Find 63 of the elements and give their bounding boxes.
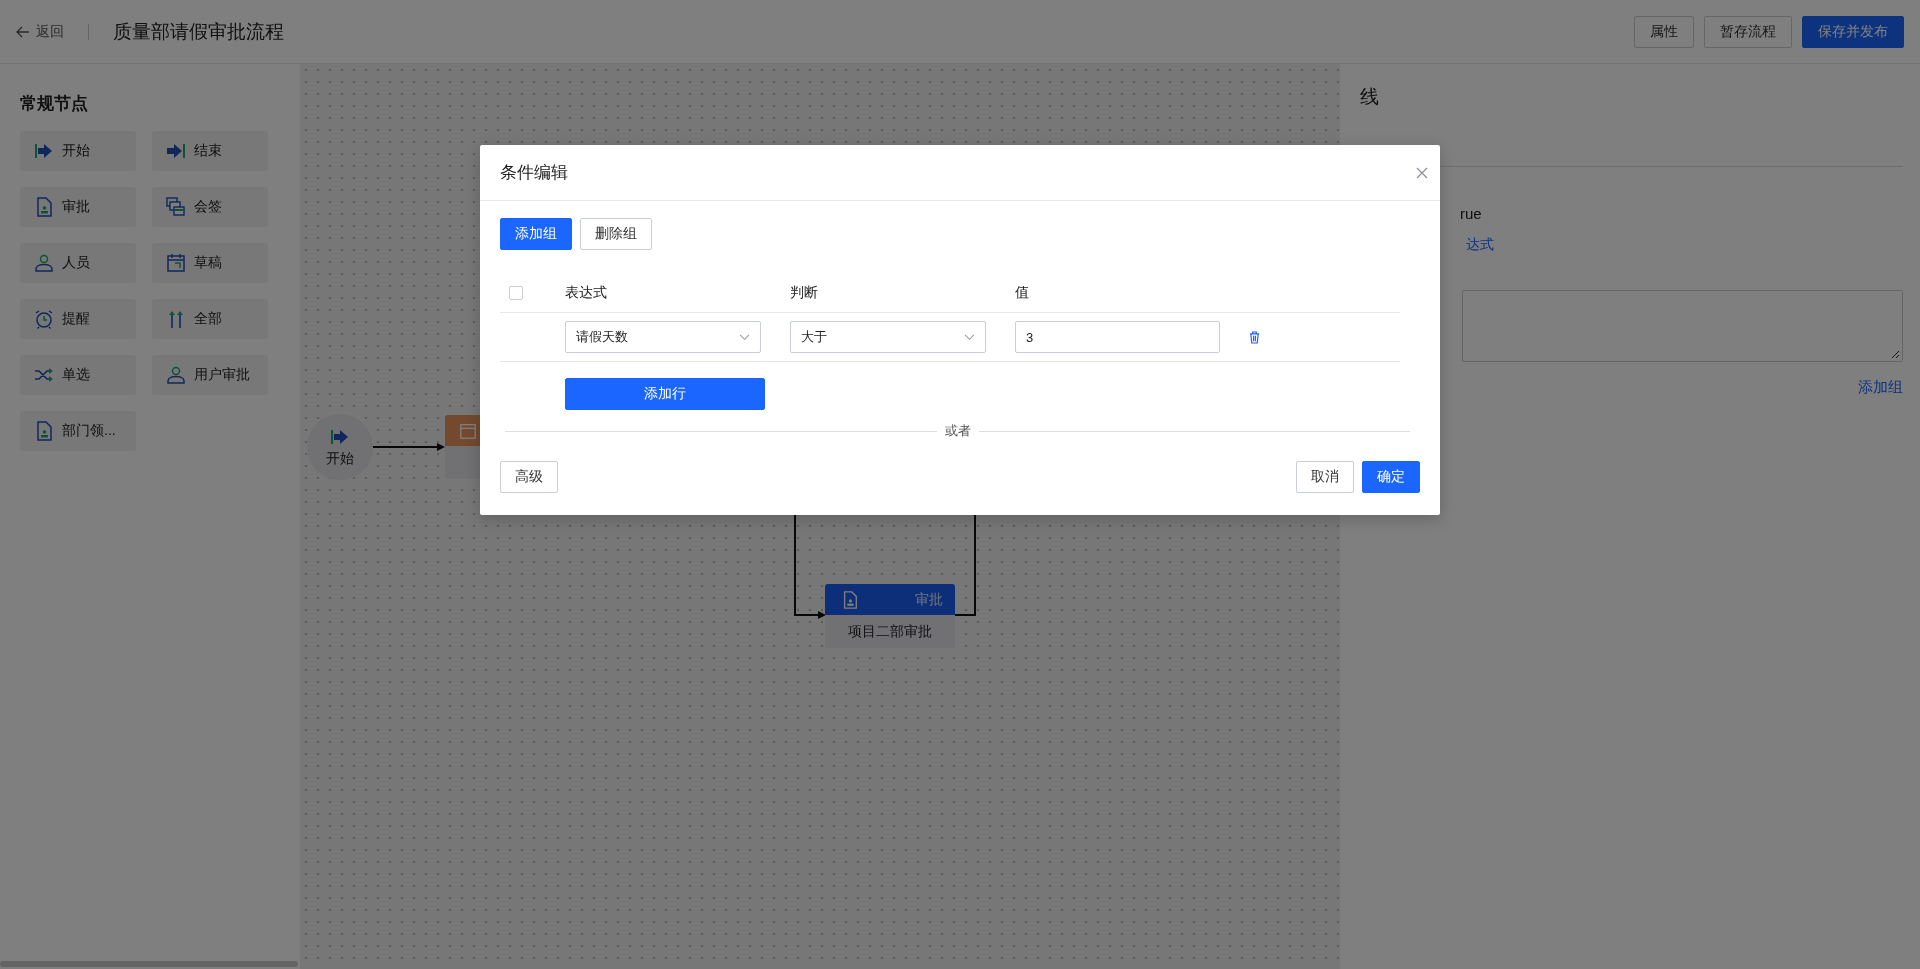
- resize-grip-icon: [1890, 349, 1900, 359]
- expression-select[interactable]: 请假天数: [565, 321, 761, 353]
- column-header: 判断: [789, 284, 819, 302]
- add-row-button[interactable]: 添加行: [565, 378, 765, 410]
- node-palette-item[interactable]: 人员: [20, 243, 136, 283]
- page-title: 质量部请假审批流程: [113, 19, 284, 44]
- person-icon: [166, 365, 186, 385]
- node-palette-item[interactable]: 部门领...: [20, 411, 136, 451]
- group-button[interactable]: 删除组: [580, 218, 652, 250]
- group-button[interactable]: 添加组: [500, 218, 572, 250]
- panel-title: 线: [1360, 85, 1380, 109]
- back-link[interactable]: 返回: [16, 22, 64, 41]
- scrollbar[interactable]: [0, 961, 298, 967]
- node-palette-item[interactable]: 提醒: [20, 299, 136, 339]
- arrow-left-icon: [16, 25, 30, 38]
- document-icon: [841, 590, 859, 609]
- advanced-button[interactable]: 高级: [500, 461, 558, 493]
- node-palette-item[interactable]: 结束: [152, 131, 268, 171]
- chevron-down-icon: [964, 333, 975, 341]
- condition-value: rue: [1460, 205, 1482, 222]
- chevron-down-icon: [739, 333, 750, 341]
- document-icon: [34, 421, 54, 441]
- node-label: 开始: [326, 449, 354, 468]
- close-icon[interactable]: [1416, 166, 1428, 179]
- up-arrows-icon: [166, 309, 186, 329]
- section-title: 常规节点: [20, 93, 89, 115]
- shuffle-icon: [34, 365, 54, 385]
- approval-node[interactable]: 审批 项目二部审批: [825, 584, 955, 648]
- separator-label: 或者: [944, 422, 971, 440]
- select-all-checkbox[interactable]: [509, 286, 523, 300]
- document-icon: [34, 197, 54, 217]
- arrow-to-bar-icon: [166, 141, 186, 161]
- calendar-icon: [459, 421, 477, 440]
- add-group-link[interactable]: 添加组: [1858, 378, 1903, 397]
- start-node[interactable]: 开始: [307, 414, 373, 480]
- toolbar-button[interactable]: 暂存流程: [1704, 15, 1792, 48]
- node-palette-item[interactable]: 审批: [20, 187, 136, 227]
- connector-arrow: [373, 441, 445, 453]
- calendar-icon: [166, 253, 186, 273]
- column-header: 值: [1014, 284, 1030, 302]
- column-header: 表达式: [564, 284, 608, 302]
- value-input[interactable]: 3: [1015, 321, 1220, 353]
- person-icon: [34, 253, 54, 273]
- confirm-button[interactable]: 确定: [1362, 461, 1420, 493]
- toolbar-button[interactable]: 保存并发布: [1802, 15, 1904, 48]
- node-palette-item[interactable]: 单选: [20, 355, 136, 395]
- node-palette-item[interactable]: 草稿: [152, 243, 268, 283]
- text-area[interactable]: [1462, 290, 1903, 362]
- trash-icon[interactable]: [1249, 330, 1260, 344]
- node-type: 审批: [915, 590, 943, 609]
- node-label: 项目二部审批: [825, 615, 955, 648]
- node-palette-item[interactable]: 会签: [152, 187, 268, 227]
- dialog-title: 条件编辑: [500, 162, 568, 184]
- node-palette-item[interactable]: 用户审批: [152, 355, 268, 395]
- cancel-button[interactable]: 取消: [1296, 461, 1354, 493]
- node-palette-item[interactable]: 全部: [152, 299, 268, 339]
- alarm-clock-icon: [34, 309, 54, 329]
- stacked-windows-icon: [166, 197, 186, 217]
- node-palette-item[interactable]: 开始: [20, 131, 136, 171]
- edit-expression-link[interactable]: 达式: [1466, 236, 1494, 254]
- operator-select[interactable]: 大于: [790, 321, 986, 353]
- arrow-right-icon: [34, 141, 54, 161]
- toolbar-button[interactable]: 属性: [1634, 15, 1694, 48]
